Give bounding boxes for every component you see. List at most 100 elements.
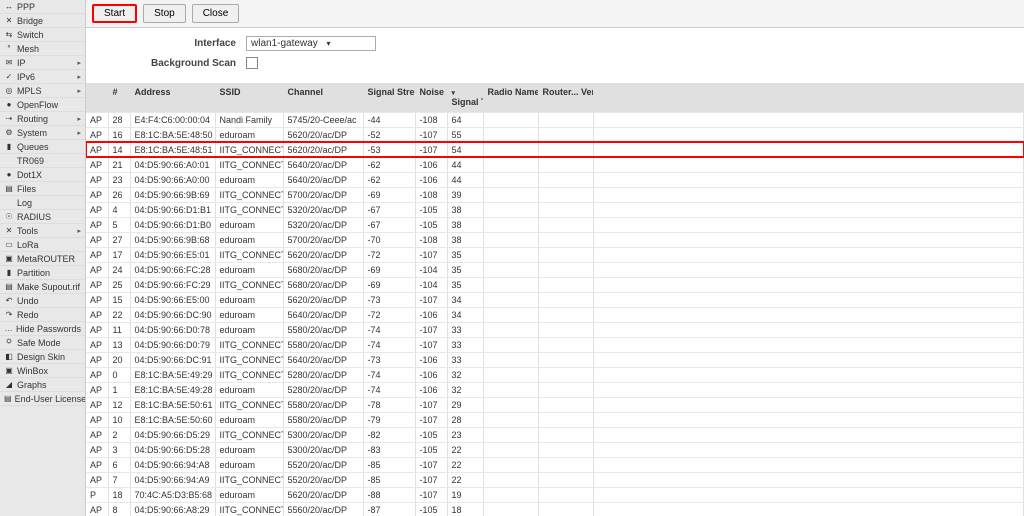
table-row[interactable]: AP2404:D5:90:66:FC:28eduroam5680/20/ac/D… xyxy=(86,262,1024,277)
sidebar-item-metarouter[interactable]: ▣MetaROUTER xyxy=(0,252,85,266)
sidebar-item-tools[interactable]: ✕Tools▸ xyxy=(0,224,85,238)
cell xyxy=(483,277,538,292)
sidebar-item-end-user-license[interactable]: ▤End-User License xyxy=(0,392,85,406)
start-button[interactable]: Start xyxy=(92,4,137,23)
close-button[interactable]: Close xyxy=(192,4,240,23)
cell: eduroam xyxy=(215,457,283,472)
table-row[interactable]: AP2004:D5:90:66:DC:91IITG_CONNECT5640/20… xyxy=(86,352,1024,367)
cell xyxy=(593,247,1024,262)
col-signal-to-noise[interactable]: ▾Signal To Noise xyxy=(447,84,483,112)
col-radio-name[interactable]: Radio Name xyxy=(483,84,538,112)
sidebar-item-make-supout-rif[interactable]: ▤Make Supout.rif xyxy=(0,280,85,294)
cell: 32 xyxy=(447,382,483,397)
col-noise-floor[interactable]: Noise Floor xyxy=(415,84,447,112)
sidebar-item-system[interactable]: ⚙System▸ xyxy=(0,126,85,140)
interface-select[interactable]: wlan1-gateway xyxy=(246,36,376,51)
sidebar-item-mpls[interactable]: ◎MPLS▸ xyxy=(0,84,85,98)
sidebar-item-radius[interactable]: ☉RADIUS xyxy=(0,210,85,224)
table-row[interactable]: AP604:D5:90:66:94:A8eduroam5520/20/ac/DP… xyxy=(86,457,1024,472)
cell: 38 xyxy=(447,232,483,247)
table-row[interactable]: P1870:4C:A5:D3:B5:68eduroam5620/20/ac/DP… xyxy=(86,487,1024,502)
sidebar-item-openflow[interactable]: ●OpenFlow xyxy=(0,98,85,112)
table-row[interactable]: AP804:D5:90:66:A8:29IITG_CONNECT5560/20/… xyxy=(86,502,1024,516)
col-channel[interactable]: Channel xyxy=(283,84,363,112)
sidebar-item-switch[interactable]: ⇆Switch xyxy=(0,28,85,42)
col-num[interactable]: # xyxy=(108,84,130,112)
sidebar-item-tr069[interactable]: TR069 xyxy=(0,154,85,168)
table-row[interactable]: AP2704:D5:90:66:9B:68eduroam5700/20/ac/D… xyxy=(86,232,1024,247)
sidebar-item-lora[interactable]: ▭LoRa xyxy=(0,238,85,252)
sidebar-item-log[interactable]: Log xyxy=(0,196,85,210)
cell: 2 xyxy=(108,427,130,442)
cell: -72 xyxy=(363,307,415,322)
col-ssid[interactable]: SSID xyxy=(215,84,283,112)
cell: E8:1C:BA:5E:49:28 xyxy=(130,382,215,397)
sidebar-item-winbox[interactable]: ▣WinBox xyxy=(0,364,85,378)
hide-passwords-icon: … xyxy=(4,324,13,334)
sidebar-item-graphs[interactable]: ◢Graphs xyxy=(0,378,85,392)
table-row[interactable]: AP14E8:1C:BA:5E:48:51IITG_CONNECT5620/20… xyxy=(86,142,1024,157)
sidebar-item-safe-mode[interactable]: 🌣Safe Mode xyxy=(0,336,85,350)
table-row[interactable]: AP2204:D5:90:66:DC:90eduroam5640/20/ac/D… xyxy=(86,307,1024,322)
cell: 5580/20/ac/DP xyxy=(283,337,363,352)
sidebar-item-undo[interactable]: ↶Undo xyxy=(0,294,85,308)
cell: AP xyxy=(86,457,108,472)
cell: 5680/20/ac/DP xyxy=(283,262,363,277)
sidebar-item-routing[interactable]: ⇢Routing▸ xyxy=(0,112,85,126)
table-row[interactable]: AP12E8:1C:BA:5E:50:61IITG_CONNECT5580/20… xyxy=(86,397,1024,412)
table-row[interactable]: AP1504:D5:90:66:E5:00eduroam5620/20/ac/D… xyxy=(86,292,1024,307)
sidebar-item-redo[interactable]: ↷Redo xyxy=(0,308,85,322)
sidebar-item-ipv6[interactable]: ✓IPv6▸ xyxy=(0,70,85,84)
col-signal-strength[interactable]: Signal Strength xyxy=(363,84,415,112)
cell: -107 xyxy=(415,397,447,412)
table-row[interactable]: AP404:D5:90:66:D1:B1IITG_CONNECT5320/20/… xyxy=(86,202,1024,217)
sidebar-item-ppp[interactable]: ↔PPP xyxy=(0,0,85,14)
sidebar-item-queues[interactable]: ▮Queues xyxy=(0,140,85,154)
sidebar-item-design-skin[interactable]: ◧Design Skin xyxy=(0,350,85,364)
table-row[interactable]: AP204:D5:90:66:D5:29IITG_CONNECT5300/20/… xyxy=(86,427,1024,442)
cell xyxy=(538,172,593,187)
sidebar-item-ip[interactable]: ✉IP▸ xyxy=(0,56,85,70)
cell: -69 xyxy=(363,187,415,202)
cell: 28 xyxy=(108,112,130,127)
cell: AP xyxy=(86,292,108,307)
stop-button[interactable]: Stop xyxy=(143,4,186,23)
table-row[interactable]: AP2304:D5:90:66:A0:00eduroam5640/20/ac/D… xyxy=(86,172,1024,187)
table-row[interactable]: AP16E8:1C:BA:5E:48:50eduroam5620/20/ac/D… xyxy=(86,127,1024,142)
cell: -106 xyxy=(415,157,447,172)
table-row[interactable]: AP1104:D5:90:66:D0:78eduroam5580/20/ac/D… xyxy=(86,322,1024,337)
table-row[interactable]: AP704:D5:90:66:94:A9IITG_CONNECT5520/20/… xyxy=(86,472,1024,487)
bgscan-checkbox[interactable] xyxy=(246,57,258,69)
cell: -107 xyxy=(415,472,447,487)
col-type[interactable] xyxy=(86,84,108,112)
openflow-icon: ● xyxy=(4,100,14,110)
sidebar-item-bridge[interactable]: ✕Bridge xyxy=(0,14,85,28)
table-row[interactable]: AP504:D5:90:66:D1:B0eduroam5320/20/ac/DP… xyxy=(86,217,1024,232)
cell: 5700/20/ac/DP xyxy=(283,187,363,202)
sidebar-item-files[interactable]: ▤Files xyxy=(0,182,85,196)
grid-wrap[interactable]: # Address SSID Channel Signal Strength N… xyxy=(86,84,1024,516)
sidebar-item-hide-passwords[interactable]: …Hide Passwords xyxy=(0,322,85,336)
radius-icon: ☉ xyxy=(4,212,14,222)
table-row[interactable]: AP304:D5:90:66:D5:28eduroam5300/20/ac/DP… xyxy=(86,442,1024,457)
sidebar-item-mesh[interactable]: °Mesh xyxy=(0,42,85,56)
table-row[interactable]: AP2504:D5:90:66:FC:29IITG_CONNECT5680/20… xyxy=(86,277,1024,292)
col-address[interactable]: Address xyxy=(130,84,215,112)
table-row[interactable]: AP1704:D5:90:66:E5:01IITG_CONNECT5620/20… xyxy=(86,247,1024,262)
cell xyxy=(483,352,538,367)
table-row[interactable]: AP1304:D5:90:66:D0:79IITG_CONNECT5580/20… xyxy=(86,337,1024,352)
col-router-version[interactable]: Router... Version xyxy=(538,84,593,112)
table-row[interactable]: AP2604:D5:90:66:9B:69IITG_CONNECT5700/20… xyxy=(86,187,1024,202)
table-row[interactable]: AP1E8:1C:BA:5E:49:28eduroam5280/20/ac/DP… xyxy=(86,382,1024,397)
sidebar-item-partition[interactable]: ▮Partition xyxy=(0,266,85,280)
table-row[interactable]: AP2104:D5:90:66:A0:01IITG_CONNECT5640/20… xyxy=(86,157,1024,172)
table-row[interactable]: AP0E8:1C:BA:5E:49:29IITG_CONNECT5280/20/… xyxy=(86,367,1024,382)
cell: 19 xyxy=(447,487,483,502)
cell xyxy=(538,442,593,457)
table-row[interactable]: AP10E8:1C:BA:5E:50:60eduroam5580/20/ac/D… xyxy=(86,412,1024,427)
sidebar-item-dot1x[interactable]: ●Dot1X xyxy=(0,168,85,182)
table-row[interactable]: AP28E4:F4:C6:00:00:04Nandi Family5745/20… xyxy=(86,112,1024,127)
cell: 04:D5:90:66:9B:69 xyxy=(130,187,215,202)
cell xyxy=(483,307,538,322)
cell: -105 xyxy=(415,202,447,217)
